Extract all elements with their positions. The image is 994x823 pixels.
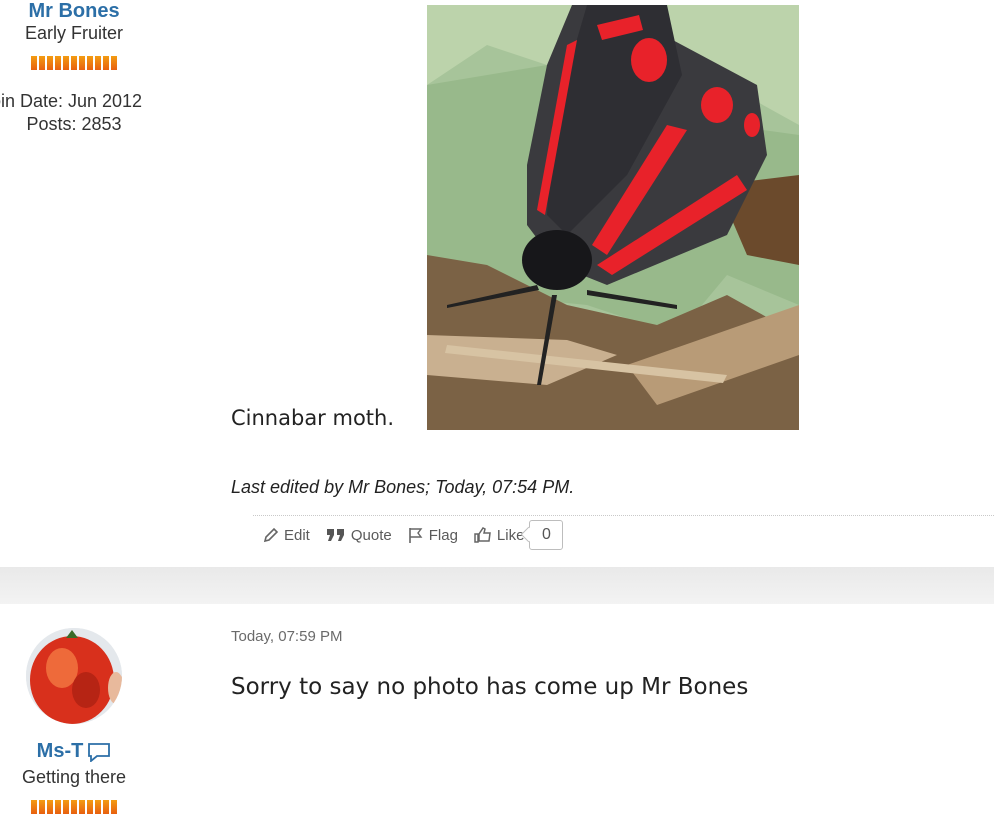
flag-icon (408, 528, 423, 543)
flag-button[interactable]: Flag (407, 526, 458, 544)
quote-icon (326, 529, 344, 541)
username-text: Ms-T (36, 740, 84, 762)
like-count-badge: 0 (529, 520, 564, 550)
username-link[interactable]: Ms-T (0, 740, 148, 762)
user-info: Mr Bones Early Fruiter Join Date: Jun 20… (0, 0, 148, 136)
post-separator (0, 567, 994, 604)
quote-label: Quote (350, 526, 392, 544)
moth-photo[interactable] (427, 5, 799, 430)
user-title: Getting there (21, 767, 127, 787)
avatar[interactable] (26, 628, 122, 724)
post-message: Sorry to say no photo has come up Mr Bon… (231, 674, 749, 700)
user-info: Ms-T Getting there (0, 740, 148, 814)
post-caption: Cinnabar moth. (231, 406, 395, 430)
flag-label: Flag (428, 526, 458, 544)
reputation-bar (0, 56, 148, 70)
edit-button[interactable]: Edit (262, 526, 310, 544)
actions-divider (253, 515, 994, 516)
thumbs-up-icon (474, 527, 491, 543)
quote-button[interactable]: Quote (325, 526, 392, 544)
post-ms-t: Ms-T Getting there Today, 07:59 PM Sorry… (0, 604, 994, 823)
user-title: Early Fruiter (24, 23, 123, 43)
last-edited-note: Last edited by Mr Bones; Today, 07:54 PM… (231, 477, 575, 497)
post-count: Posts: 2853 (26, 114, 122, 134)
reputation-bar (0, 800, 148, 814)
post-mr-bones: Mr Bones Early Fruiter Join Date: Jun 20… (0, 0, 994, 567)
edit-label: Edit (284, 526, 310, 544)
username-link[interactable]: Mr Bones (0, 0, 148, 22)
join-date: Join Date: Jun 2012 (0, 91, 143, 111)
pencil-icon (263, 527, 279, 543)
post-actions: Edit Quote Flag Like 0 (262, 520, 564, 550)
like-button[interactable]: Like (473, 526, 524, 544)
post-date: Today, 07:59 PM (231, 628, 343, 645)
chat-bubble-icon[interactable] (87, 742, 111, 762)
